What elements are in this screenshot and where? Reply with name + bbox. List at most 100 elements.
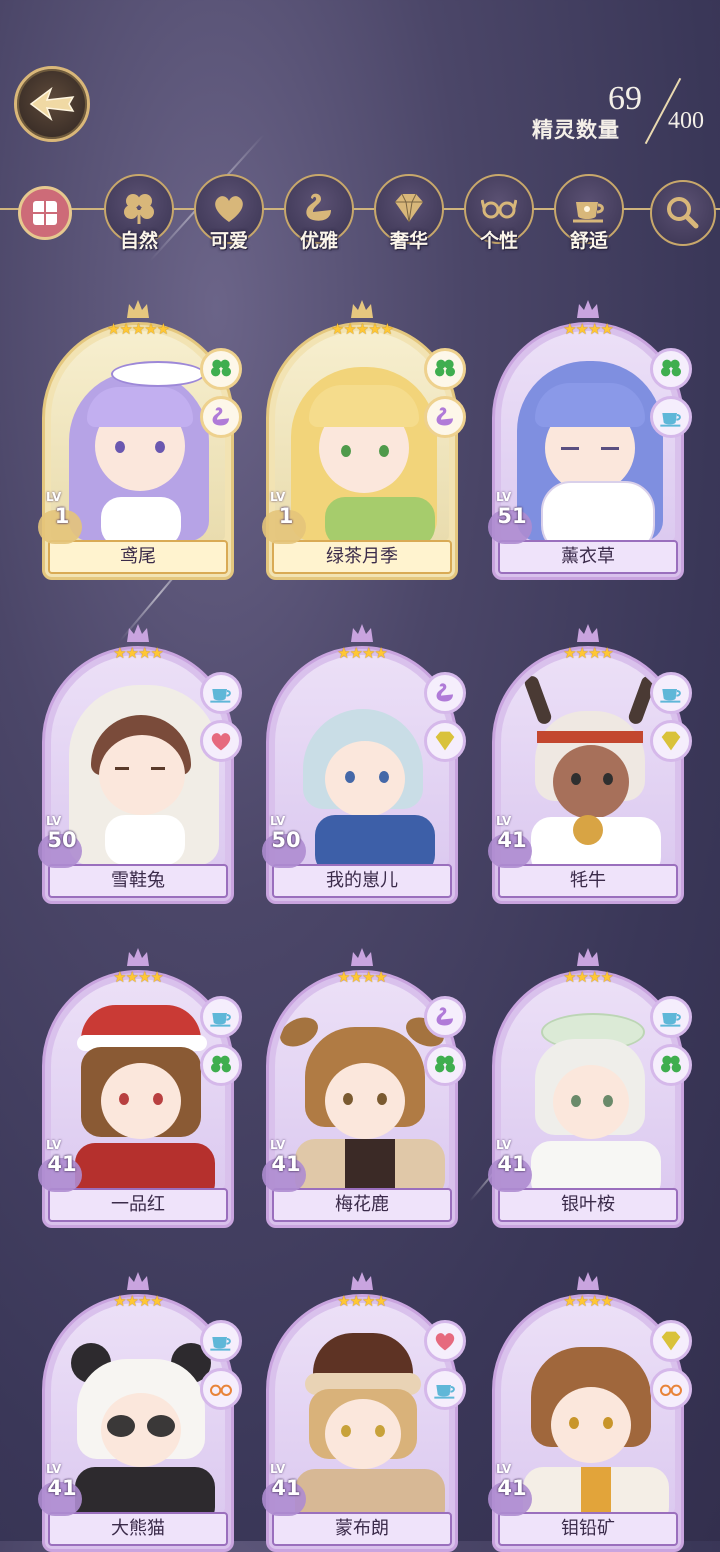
count-max: 400 <box>668 108 704 134</box>
spirit-card[interactable]: 绿茶月季 ★★★★★ LV 1 <box>262 294 466 580</box>
glasses-icon <box>210 1384 232 1396</box>
level-badge: LV 1 <box>262 490 314 544</box>
crown-ornament-icon <box>127 300 149 318</box>
crown-ornament-icon <box>351 948 373 966</box>
filter-personality[interactable]: 个性 <box>464 174 534 252</box>
level-value: 50 <box>271 828 301 852</box>
heart-icon <box>211 733 231 751</box>
spirit-card[interactable]: 我的崽儿 ★★★★ LV 50 <box>262 618 466 904</box>
teacup-icon <box>660 1013 681 1027</box>
trait-tag <box>424 720 466 762</box>
search-button[interactable] <box>650 180 716 246</box>
level-value: 50 <box>47 828 77 852</box>
level-value: 41 <box>497 828 527 852</box>
card-name: 鸢尾 <box>48 540 228 574</box>
level-badge: LV 41 <box>262 1462 314 1516</box>
trait-tag <box>200 1368 242 1410</box>
back-arrow-icon <box>29 86 75 122</box>
level-value: 1 <box>54 504 70 528</box>
swan-icon <box>212 407 229 426</box>
diamond-icon <box>661 1331 681 1351</box>
filter-label: 舒适 <box>569 230 608 252</box>
trait-tag <box>650 1044 692 1086</box>
star-rating: ★★★★ <box>563 320 614 338</box>
card-name: 梅花鹿 <box>272 1188 452 1222</box>
trait-tag <box>200 396 242 438</box>
trait-tag <box>650 348 692 390</box>
level-value: 41 <box>47 1476 77 1500</box>
count-current: 69 <box>608 80 642 117</box>
spirit-card[interactable]: 钼铅矿 ★★★★ LV 41 <box>488 1266 692 1552</box>
spirit-card[interactable]: 梅花鹿 ★★★★ LV 41 <box>262 942 466 1228</box>
spirit-count: 69 400 精灵数量 <box>504 77 704 145</box>
count-label: 精灵数量 <box>532 118 620 142</box>
trait-tag <box>650 996 692 1038</box>
diamond-icon <box>661 731 681 751</box>
level-badge: LV 41 <box>38 1462 90 1516</box>
spirit-card[interactable]: 一品红 ★★★★ LV 41 <box>38 942 242 1228</box>
filter-cute[interactable]: 可爱 <box>194 174 264 252</box>
heart-icon <box>215 196 243 222</box>
card-name: 银叶桉 <box>498 1188 678 1222</box>
swan-icon <box>306 193 331 221</box>
heart-icon <box>435 1333 455 1351</box>
filter-label: 可爱 <box>209 230 248 252</box>
star-rating: ★★★★ <box>563 1292 614 1310</box>
spirit-card[interactable]: 雪鞋兔 ★★★★ LV 50 <box>38 618 242 904</box>
level-value: 41 <box>47 1152 77 1176</box>
spirit-card[interactable]: 牦牛 ★★★★ LV 41 <box>488 618 692 904</box>
swan-icon <box>436 1007 453 1026</box>
level-badge: LV 41 <box>488 814 540 868</box>
trait-tag <box>424 396 466 438</box>
star-rating: ★★★★ <box>337 968 388 986</box>
clover-icon <box>435 1055 455 1073</box>
star-rating: ★★★★ <box>337 1292 388 1310</box>
filter-nature[interactable]: 自然 <box>104 174 174 252</box>
back-button[interactable] <box>14 66 90 142</box>
card-name: 雪鞋兔 <box>48 864 228 898</box>
trait-tag <box>424 1044 466 1086</box>
crown-ornament-icon <box>577 948 599 966</box>
filter-luxury[interactable]: 奢华 <box>374 174 444 252</box>
level-badge: LV 50 <box>38 814 90 868</box>
crown-ornament-icon <box>351 1272 373 1290</box>
level-value: 41 <box>497 1476 527 1500</box>
filter-elegant[interactable]: 优雅 <box>284 174 354 252</box>
level-value: 51 <box>497 504 527 528</box>
spirit-card[interactable]: 薰衣草 ★★★★ LV 51 <box>488 294 692 580</box>
crown-ornament-icon <box>351 624 373 642</box>
level-badge: LV 41 <box>262 1138 314 1192</box>
swan-icon <box>436 407 453 426</box>
level-value: 41 <box>271 1476 301 1500</box>
trait-tag <box>424 348 466 390</box>
trait-tag <box>200 720 242 762</box>
filter-label: 优雅 <box>299 230 338 252</box>
teacup-icon <box>660 413 681 427</box>
clover-icon <box>211 359 231 377</box>
crown-ornament-icon <box>127 948 149 966</box>
spirit-card[interactable]: 大熊猫 ★★★★ LV 41 <box>38 1266 242 1552</box>
spirit-card[interactable]: 银叶桉 ★★★★ LV 41 <box>488 942 692 1228</box>
star-rating: ★★★★ <box>113 644 164 662</box>
trait-tag <box>650 396 692 438</box>
spirit-card[interactable]: 鸢尾 ★★★★★ LV 1 <box>38 294 242 580</box>
trait-tag <box>424 1320 466 1362</box>
trait-tag <box>200 672 242 714</box>
level-value: 41 <box>497 1152 527 1176</box>
star-rating: ★★★★ <box>113 1292 164 1310</box>
trait-tag <box>200 996 242 1038</box>
filter-label: 自然 <box>119 230 158 252</box>
filter-label: 个性 <box>479 230 518 252</box>
level-badge: LV 41 <box>38 1138 90 1192</box>
filter-all-button[interactable] <box>18 186 72 240</box>
teacup-icon <box>660 689 681 703</box>
clover-icon <box>435 359 455 377</box>
filter-comfort[interactable]: 舒适 <box>554 174 624 252</box>
spirit-card[interactable]: 蒙布朗 ★★★★ LV 41 <box>262 1266 466 1552</box>
star-rating: ★★★★★ <box>106 320 170 338</box>
star-rating: ★★★★ <box>563 968 614 986</box>
trait-tag <box>650 720 692 762</box>
crown-ornament-icon <box>577 624 599 642</box>
teacup-icon <box>573 202 604 223</box>
glasses-icon <box>660 1384 682 1396</box>
